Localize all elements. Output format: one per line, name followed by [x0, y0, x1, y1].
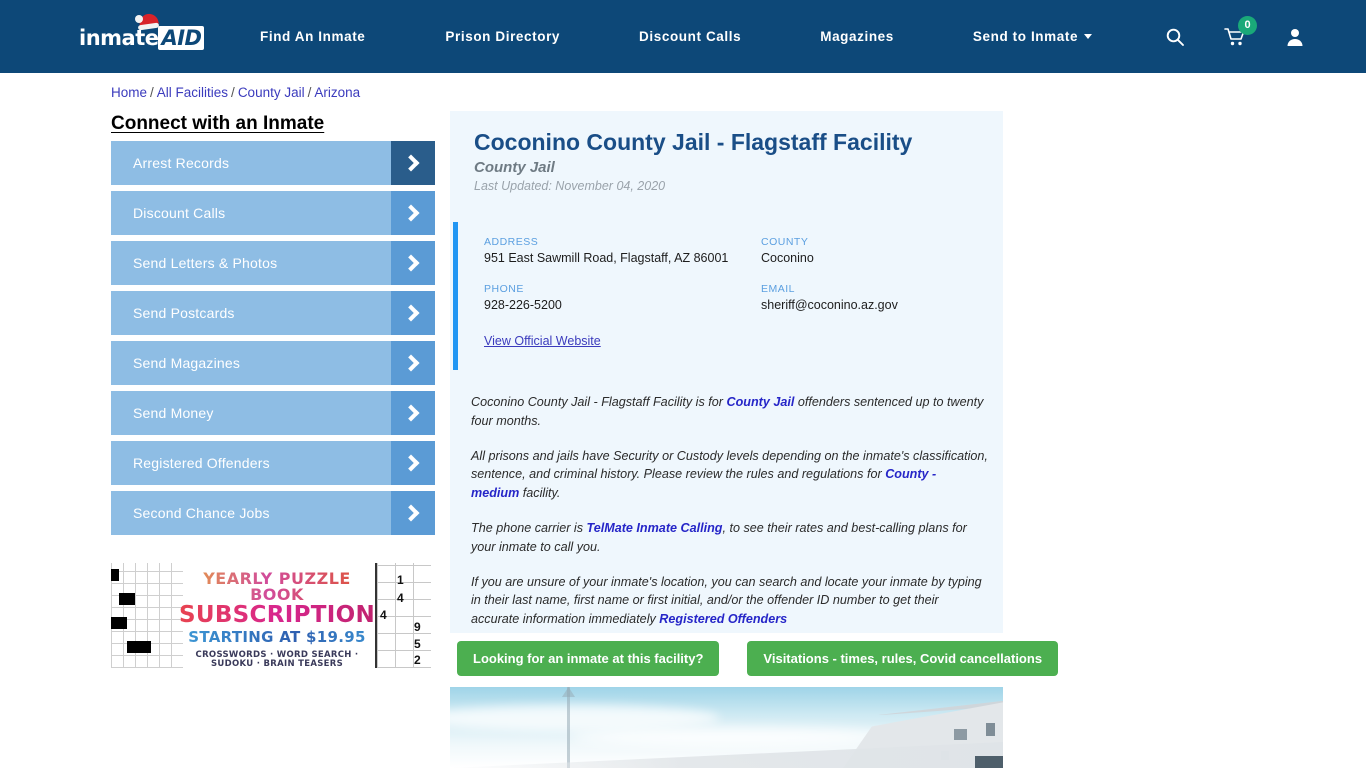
chevron-right-icon — [391, 441, 435, 485]
email-value: sheriff@coconino.az.gov — [761, 297, 898, 312]
nav-item-send-to-inmate[interactable]: Send to Inmate — [972, 29, 1093, 44]
county-value: Coconino — [761, 251, 814, 265]
ad-headline-line1: YEARLY PUZZLE BOOK — [179, 571, 375, 603]
building-window — [986, 723, 995, 736]
sidebar-item-label: Discount Calls — [133, 205, 226, 221]
breadcrumb-item-arizona[interactable]: Arizona — [314, 85, 360, 100]
search-icon[interactable] — [1164, 26, 1186, 48]
crossword-grid-graphic — [111, 563, 183, 668]
facility-paragraph-4: If you are unsure of your inmate's locat… — [471, 574, 982, 627]
sudoku-digit: 9 — [414, 620, 421, 634]
sidebar-item-send-postcards[interactable]: Send Postcards — [111, 291, 435, 335]
ad-price-line: STARTING AT $19.95 — [179, 630, 375, 645]
facility-paragraph-2: All prisons and jails have Security or C… — [471, 448, 988, 501]
cloud-graphic — [570, 727, 900, 747]
site-logo[interactable]: inmate AID — [79, 12, 205, 54]
building-window — [954, 729, 967, 740]
building-shadow-strip — [975, 756, 1003, 768]
santa-hat-icon — [135, 12, 161, 32]
utility-pole — [567, 687, 570, 768]
user-account-icon[interactable] — [1284, 26, 1306, 48]
chevron-right-icon — [391, 341, 435, 385]
ad-categories-line: CROSSWORDS · WORD SEARCH · SUDOKU · BRAI… — [195, 650, 359, 668]
breadcrumb: Home / All Facilities / County Jail / Arizona — [111, 85, 360, 100]
logo-wordmark: inmate AID — [79, 22, 205, 54]
chevron-right-icon — [391, 491, 435, 535]
puzzle-book-ad-banner[interactable]: 1 4 4 9 5 2 YEARLY PUZZLE BOOK SUBSCRIPT… — [111, 563, 431, 668]
facility-description: Coconino County Jail - Flagstaff Facilit… — [471, 393, 988, 645]
sidebar-item-label: Send Postcards — [133, 305, 235, 321]
view-official-website-link[interactable]: View Official Website — [484, 334, 601, 348]
breadcrumb-item-county-jail[interactable]: County Jail — [238, 85, 305, 100]
shopping-cart-icon[interactable]: 0 — [1224, 15, 1257, 48]
sidebar-item-label: Send Money — [133, 405, 214, 421]
facility-info-box: ADDRESS 951 East Sawmill Road, Flagstaff… — [453, 222, 1003, 370]
chevron-right-icon — [391, 191, 435, 235]
inline-link[interactable]: Registered Offenders — [659, 612, 787, 626]
breadcrumb-separator: / — [150, 85, 154, 100]
chevron-right-icon — [391, 291, 435, 335]
phone-value: 928-226-5200 — [484, 297, 562, 312]
phone-label: PHONE — [484, 282, 524, 295]
inline-link[interactable]: County - medium — [471, 467, 936, 500]
sudoku-digit: 4 — [397, 591, 404, 605]
sidebar-item-send-magazines[interactable]: Send Magazines — [111, 341, 435, 385]
header-icon-group: 0 — [1164, 0, 1306, 73]
sidebar-item-send-letters-photos[interactable]: Send Letters & Photos — [111, 241, 435, 285]
breadcrumb-item-home[interactable]: Home — [111, 85, 147, 100]
county-label: COUNTY — [761, 236, 809, 248]
breadcrumb-separator: / — [231, 85, 235, 100]
sidebar-item-discount-calls[interactable]: Discount Calls — [111, 191, 435, 235]
sidebar-item-label: Send Magazines — [133, 355, 241, 371]
visitations-info-button[interactable]: Visitations - times, rules, Covid cancel… — [747, 641, 1059, 676]
main-navigation: Find An Inmate Prison Directory Discount… — [260, 0, 1093, 73]
inline-link[interactable]: County Jail — [726, 395, 794, 409]
sidebar-menu: Arrest Records Discount Calls Send Lette… — [111, 141, 435, 541]
page-title: Coconino County Jail - Flagstaff Facilit… — [474, 129, 913, 155]
site-header: inmate AID Find An Inmate Prison Director… — [0, 0, 1366, 73]
inline-link[interactable]: TelMate Inmate Calling — [587, 521, 723, 535]
sidebar-item-arrest-records[interactable]: Arrest Records — [111, 141, 435, 185]
sidebar-item-second-chance-jobs[interactable]: Second Chance Jobs — [111, 491, 435, 535]
sidebar-item-send-money[interactable]: Send Money — [111, 391, 435, 435]
facility-info-column-left: ADDRESS 951 East Sawmill Road, Flagstaff… — [484, 236, 744, 329]
chevron-down-icon — [1084, 34, 1093, 39]
facility-info-column-right: COUNTY Coconino EMAIL sheriff@coconino.a… — [761, 236, 991, 329]
sidebar-heading: Connect with an Inmate — [111, 113, 325, 134]
ad-headline-line2: SUBSCRIPTIONS — [179, 602, 392, 628]
facility-type-label: County Jail — [474, 159, 555, 176]
nav-item-prison-directory[interactable]: Prison Directory — [445, 29, 560, 44]
email-label: EMAIL — [761, 282, 796, 295]
address-value: 951 East Sawmill Road, Flagstaff, AZ 860… — [484, 251, 729, 265]
sidebar-item-registered-offenders[interactable]: Registered Offenders — [111, 441, 435, 485]
nav-item-send-to-inmate-label: Send to Inmate — [972, 29, 1079, 44]
nav-item-magazines[interactable]: Magazines — [820, 29, 894, 44]
cart-count-badge: 0 — [1238, 15, 1257, 35]
sudoku-digit: 5 — [414, 637, 421, 651]
sudoku-digit: 2 — [414, 653, 421, 667]
ad-copy: YEARLY PUZZLE BOOK SUBSCRIPTIONS STARTIN… — [179, 571, 392, 668]
sudoku-digit: 1 — [397, 573, 404, 587]
facility-paragraph-3: The phone carrier is TelMate Inmate Call… — [471, 520, 967, 554]
chevron-right-icon — [391, 241, 435, 285]
find-inmate-at-facility-button[interactable]: Looking for an inmate at this facility? — [457, 641, 720, 676]
breadcrumb-separator: / — [307, 85, 312, 100]
facility-exterior-photo — [450, 687, 1003, 768]
sidebar-item-label: Arrest Records — [133, 155, 230, 171]
sidebar-item-label: Registered Offenders — [133, 455, 270, 471]
last-updated-text: Last Updated: November 04, 2020 — [474, 179, 666, 193]
chevron-right-icon — [391, 391, 435, 435]
facility-detail-card: Coconino County Jail - Flagstaff Facilit… — [450, 111, 1003, 633]
sidebar-item-label: Send Letters & Photos — [133, 255, 278, 271]
breadcrumb-item-all-facilities[interactable]: All Facilities — [157, 85, 228, 100]
sidebar-item-label: Second Chance Jobs — [133, 505, 270, 521]
chevron-right-icon — [391, 141, 435, 185]
facility-paragraph-1: Coconino County Jail - Flagstaff Facilit… — [471, 395, 984, 428]
nav-item-discount-calls[interactable]: Discount Calls — [639, 29, 741, 44]
address-label: ADDRESS — [484, 236, 539, 248]
logo-text-aid: AID — [158, 26, 205, 50]
nav-item-find-an-inmate[interactable]: Find An Inmate — [260, 29, 365, 44]
cta-button-row: Looking for an inmate at this facility? … — [457, 641, 1059, 676]
